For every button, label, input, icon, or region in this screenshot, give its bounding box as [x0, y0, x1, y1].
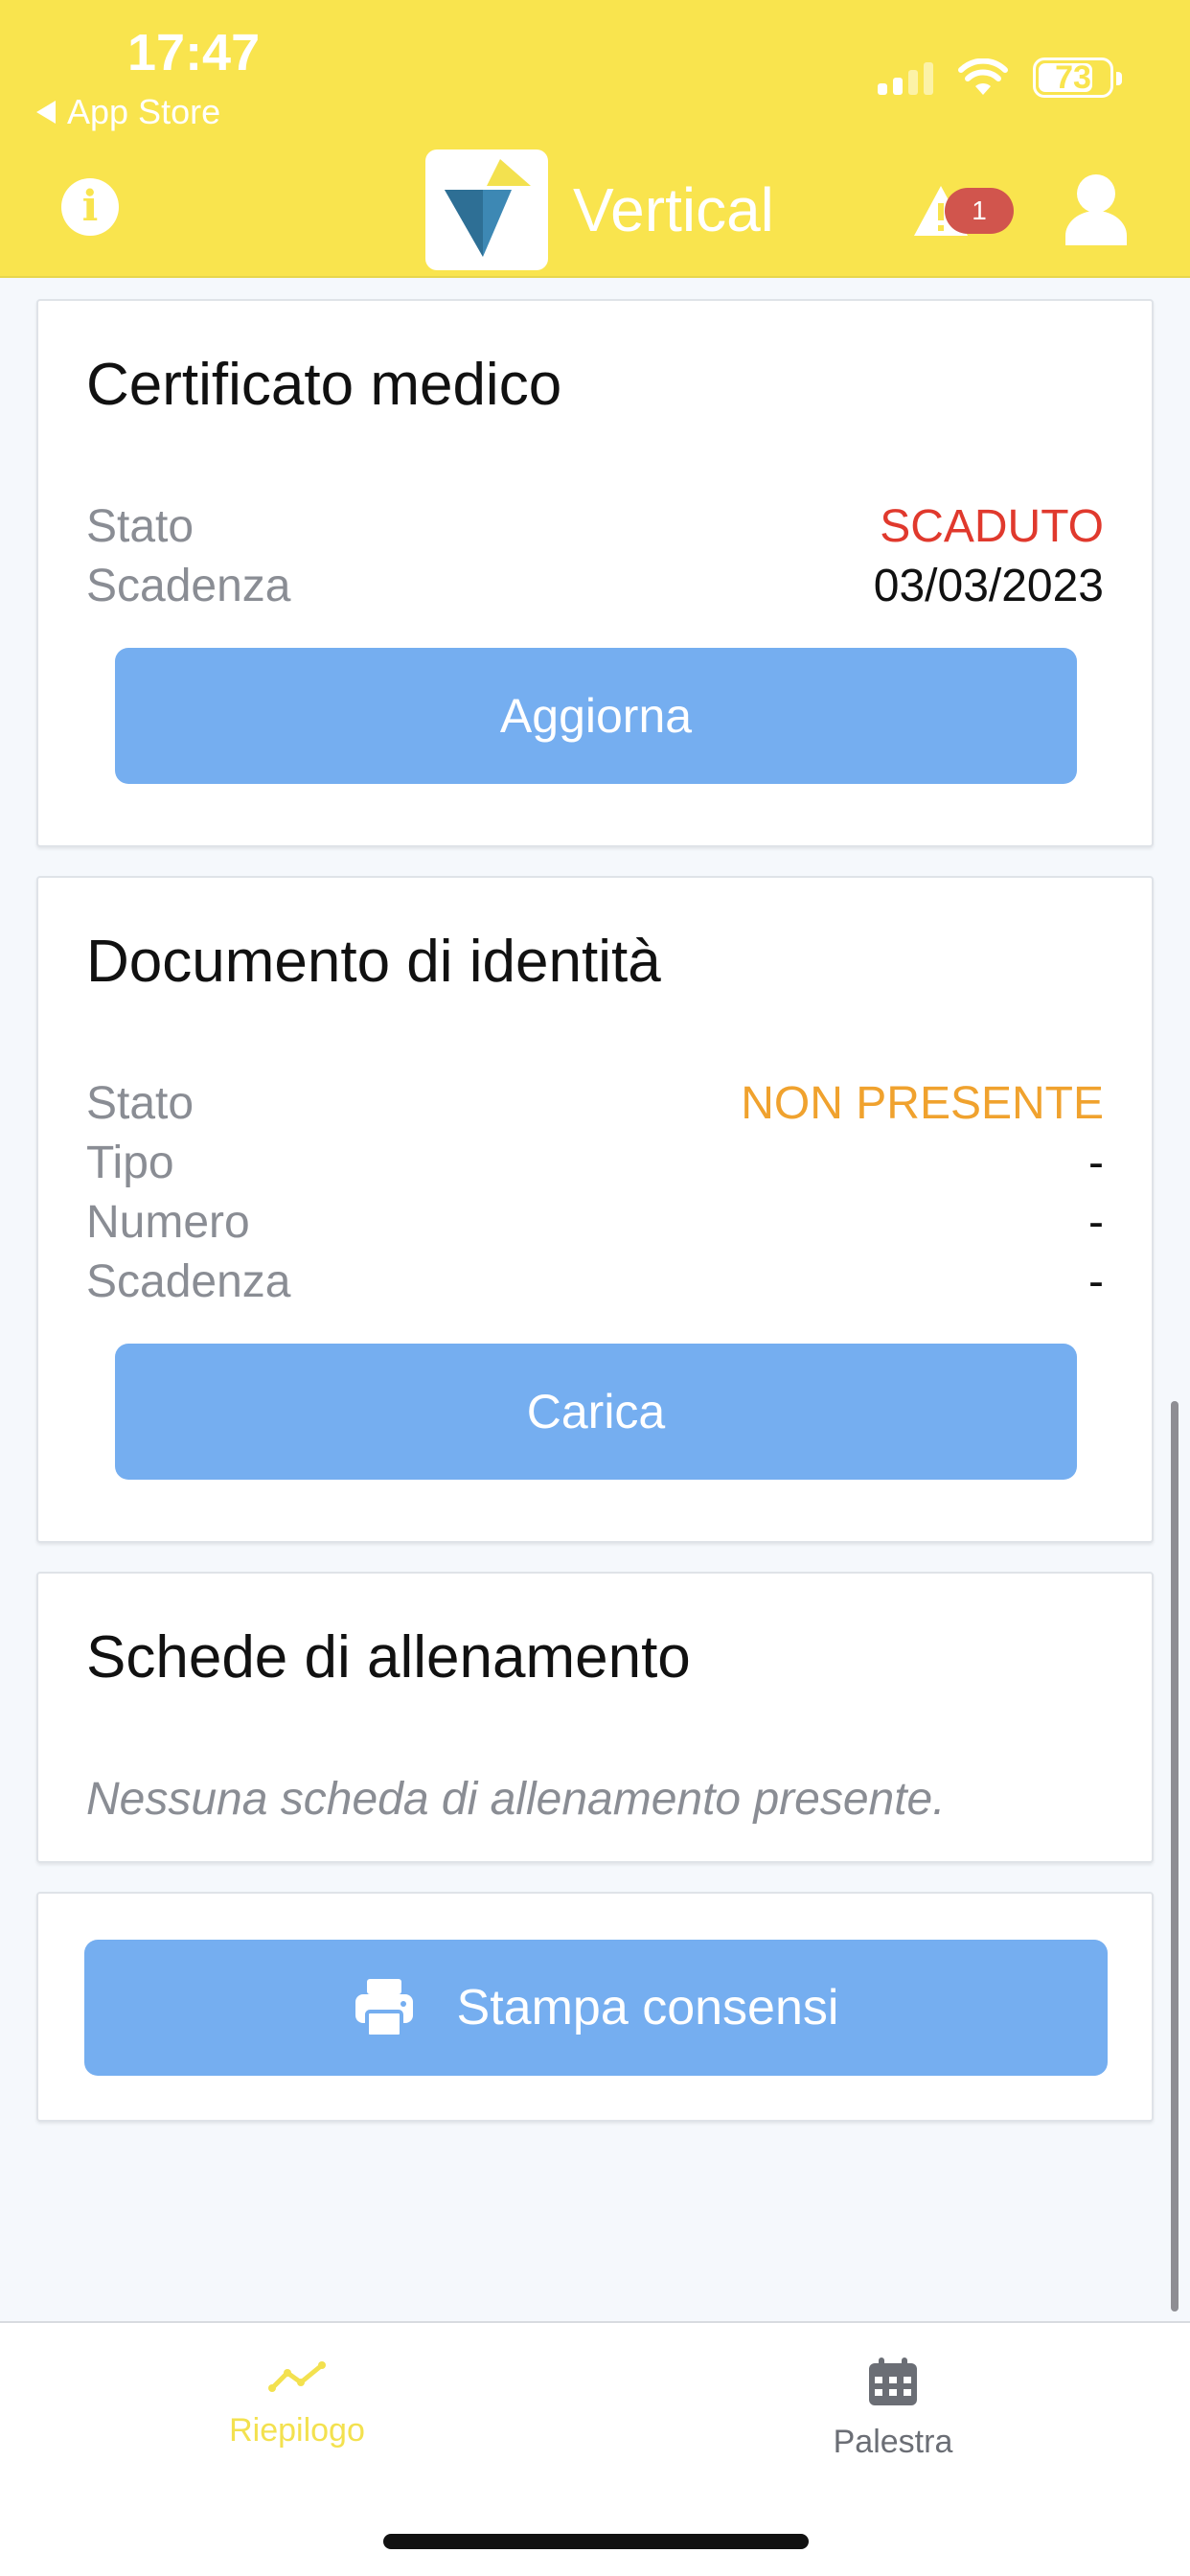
scrollbar[interactable]: [1171, 1401, 1179, 2312]
alert-count-badge: 1: [945, 188, 1014, 234]
number-value: -: [1088, 1197, 1104, 1248]
card-title: Certificato medico: [86, 352, 562, 418]
battery-icon: 73: [1033, 58, 1122, 98]
card-title: Documento di identità: [86, 929, 661, 995]
status-indicators: 73: [878, 58, 1122, 98]
print-consents-button[interactable]: Stampa consensi: [84, 1940, 1108, 2076]
app-header: 17:47 App Store 73 i Vertical 1: [0, 0, 1190, 278]
app-logo: [425, 150, 548, 270]
wifi-icon: [958, 58, 1008, 95]
trend-line-icon: [268, 2361, 326, 2392]
number-label: Numero: [86, 1197, 250, 1248]
printer-icon: [355, 1979, 413, 2038]
tab-riepilogo[interactable]: Riepilogo: [153, 2358, 441, 2450]
home-indicator: [383, 2534, 809, 2549]
tab-palestra[interactable]: Palestra: [749, 2358, 1037, 2461]
cellular-signal-icon: [878, 60, 933, 95]
expiry-value: 03/03/2023: [873, 561, 1104, 611]
status-value: SCADUTO: [880, 501, 1104, 552]
update-button[interactable]: Aggiorna: [115, 648, 1077, 784]
info-icon[interactable]: i: [61, 178, 119, 236]
consents-card: Stampa consensi: [36, 1892, 1154, 2122]
training-sheets-card: Schede di allenamento Nessuna scheda di …: [36, 1572, 1154, 1863]
expiry-value: -: [1088, 1256, 1104, 1307]
medical-certificate-card: Certificato medico Stato SCADUTO Scadenz…: [36, 299, 1154, 847]
back-label: App Store: [67, 92, 221, 131]
status-label: Stato: [86, 1078, 195, 1129]
print-consents-label: Stampa consensi: [456, 1980, 839, 2036]
back-to-app-store[interactable]: App Store: [36, 92, 220, 132]
expiry-label: Scadenza: [86, 561, 291, 611]
identity-document-card: Documento di identità Stato NON PRESENTE…: [36, 876, 1154, 1543]
battery-percentage: 73: [1055, 58, 1091, 96]
status-time: 17:47: [127, 24, 261, 81]
status-value: NON PRESENTE: [741, 1078, 1104, 1129]
calendar-icon: [869, 2358, 917, 2405]
expiry-label: Scadenza: [86, 1256, 291, 1307]
tab-label: Riepilogo: [229, 2412, 365, 2449]
app-name: Vertical: [573, 175, 774, 244]
tab-label: Palestra: [833, 2424, 953, 2460]
empty-message: Nessuna scheda di allenamento presente.: [86, 1774, 946, 1825]
upload-button[interactable]: Carica: [115, 1344, 1077, 1480]
status-label: Stato: [86, 501, 195, 552]
back-arrow-icon: [36, 101, 56, 124]
user-profile-icon[interactable]: [1064, 172, 1129, 245]
type-value: -: [1088, 1138, 1104, 1188]
type-label: Tipo: [86, 1138, 174, 1188]
card-title: Schede di allenamento: [86, 1624, 691, 1690]
